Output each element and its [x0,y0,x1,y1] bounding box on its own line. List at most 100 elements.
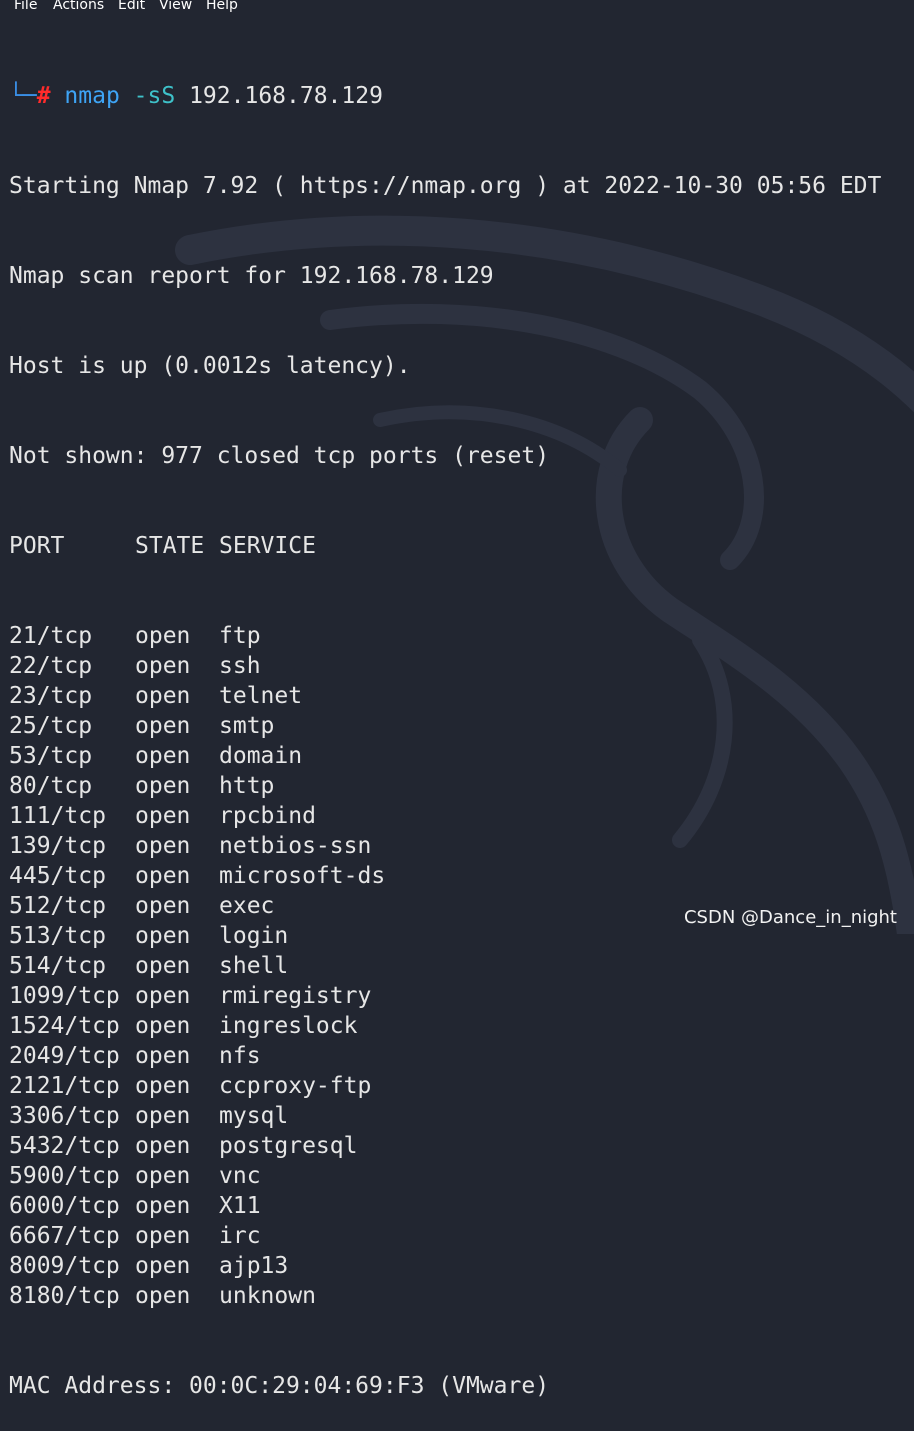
table-row: 2049/tcp open nfs [9,1041,909,1071]
port-table-body: 21/tcp open ftp 22/tcp open ssh 23/tcp open teln… [9,621,909,1311]
table-row: 25/tcp open smtp [9,711,909,741]
state-cell: open [135,953,191,979]
table-row: 5900/tcp open vnc [9,1161,909,1191]
port-cell: 6667/tcp [9,1223,120,1249]
service-cell: domain [219,743,303,769]
state-cell: open [135,683,191,709]
service-cell: netbios-ssn [219,833,372,859]
port-cell: 139/tcp [9,833,106,859]
table-row: 6667/tcp open irc [9,1221,909,1251]
port-cell: 80/tcp [9,773,93,799]
port-cell: 25/tcp [9,713,93,739]
state-cell: open [135,1073,191,1099]
menu-edit[interactable]: Edit [118,0,145,14]
mac-address-line: MAC Address: 00:0C:29:04:69:F3 (VMware) [9,1373,550,1399]
table-row: 22/tcp open ssh [9,651,909,681]
port-cell: 1099/tcp [9,983,120,1009]
port-cell: 23/tcp [9,683,93,709]
service-cell: ajp13 [219,1253,289,1279]
service-cell: http [219,773,275,799]
terminal-output[interactable]: └─# nmap -sS 192.168.78.129 Starting Nma… [9,21,909,1431]
service-cell: ftp [219,623,261,649]
service-cell: telnet [219,683,303,709]
command-flag: -sS [133,83,176,109]
port-cell: 513/tcp [9,923,106,949]
service-cell: login [219,923,289,949]
port-cell: 22/tcp [9,653,93,679]
port-cell: 21/tcp [9,623,93,649]
table-row: 23/tcp open telnet [9,681,909,711]
not-shown-line: Not shown: 977 closed tcp ports (reset) [9,443,550,469]
csdn-watermark: CSDN @Dance_in_night [683,907,897,928]
state-cell: open [135,1163,191,1189]
state-cell: open [135,1253,191,1279]
port-table-header: PORT STATE SERVICE [9,531,909,561]
table-row: 21/tcp open ftp [9,621,909,651]
table-row: 1099/tcp open rmiregistry [9,981,909,1011]
port-cell: 111/tcp [9,803,106,829]
state-cell: open [135,1193,191,1219]
service-cell: ccproxy-ftp [219,1073,372,1099]
service-cell: X11 [219,1193,261,1219]
table-row: 53/tcp open domain [9,741,909,771]
state-cell: open [135,1013,191,1039]
table-row: 514/tcp open shell [9,951,909,981]
service-cell: postgresql [219,1133,358,1159]
state-cell: open [135,653,191,679]
state-cell: open [135,803,191,829]
command-name: nmap [64,83,120,109]
service-cell: unknown [219,1283,316,1309]
table-row: 8180/tcp open unknown [9,1281,909,1311]
state-cell: open [135,833,191,859]
header-state: STATE [135,533,205,559]
port-cell: 5432/tcp [9,1133,120,1159]
service-cell: irc [219,1223,261,1249]
host-up-line: Host is up (0.0012s latency). [9,353,411,379]
service-cell: microsoft-ds [219,863,386,889]
menu-bar: File Actions Edit View Help [0,0,914,16]
state-cell: open [135,893,191,919]
state-cell: open [135,923,191,949]
port-cell: 2049/tcp [9,1043,120,1069]
state-cell: open [135,713,191,739]
service-cell: mysql [219,1103,289,1129]
prompt-corner-icon: └─ [9,83,37,109]
service-cell: rmiregistry [219,983,372,1009]
table-row: 5432/tcp open postgresql [9,1131,909,1161]
state-cell: open [135,773,191,799]
root-prompt-symbol: # [36,83,51,109]
table-row: 80/tcp open http [9,771,909,801]
menu-file[interactable]: File [14,0,37,14]
port-cell: 3306/tcp [9,1103,120,1129]
service-cell: smtp [219,713,275,739]
table-row: 1524/tcp open ingreslock [9,1011,909,1041]
port-cell: 53/tcp [9,743,93,769]
menu-actions[interactable]: Actions [53,0,104,14]
state-cell: open [135,1283,191,1309]
state-cell: open [135,1043,191,1069]
state-cell: open [135,1133,191,1159]
port-cell: 1524/tcp [9,1013,120,1039]
service-cell: ingreslock [219,1013,358,1039]
scan-report-line: Nmap scan report for 192.168.78.129 [9,263,494,289]
port-cell: 2121/tcp [9,1073,120,1099]
service-cell: ssh [219,653,261,679]
port-cell: 8180/tcp [9,1283,120,1309]
service-cell: exec [219,893,275,919]
prompt-line: └─# nmap -sS 192.168.78.129 [9,81,909,111]
table-row: 445/tcp open microsoft-ds [9,861,909,891]
table-row: 8009/tcp open ajp13 [9,1251,909,1281]
menu-view[interactable]: View [159,0,192,14]
header-service: SERVICE [219,533,316,559]
command-target: 192.168.78.129 [189,83,383,109]
port-cell: 445/tcp [9,863,106,889]
service-cell: vnc [219,1163,261,1189]
state-cell: open [135,623,191,649]
header-port: PORT [9,533,65,559]
port-cell: 5900/tcp [9,1163,120,1189]
port-cell: 8009/tcp [9,1253,120,1279]
table-row: 111/tcp open rpcbind [9,801,909,831]
port-cell: 514/tcp [9,953,106,979]
menu-help[interactable]: Help [206,0,238,14]
state-cell: open [135,1223,191,1249]
